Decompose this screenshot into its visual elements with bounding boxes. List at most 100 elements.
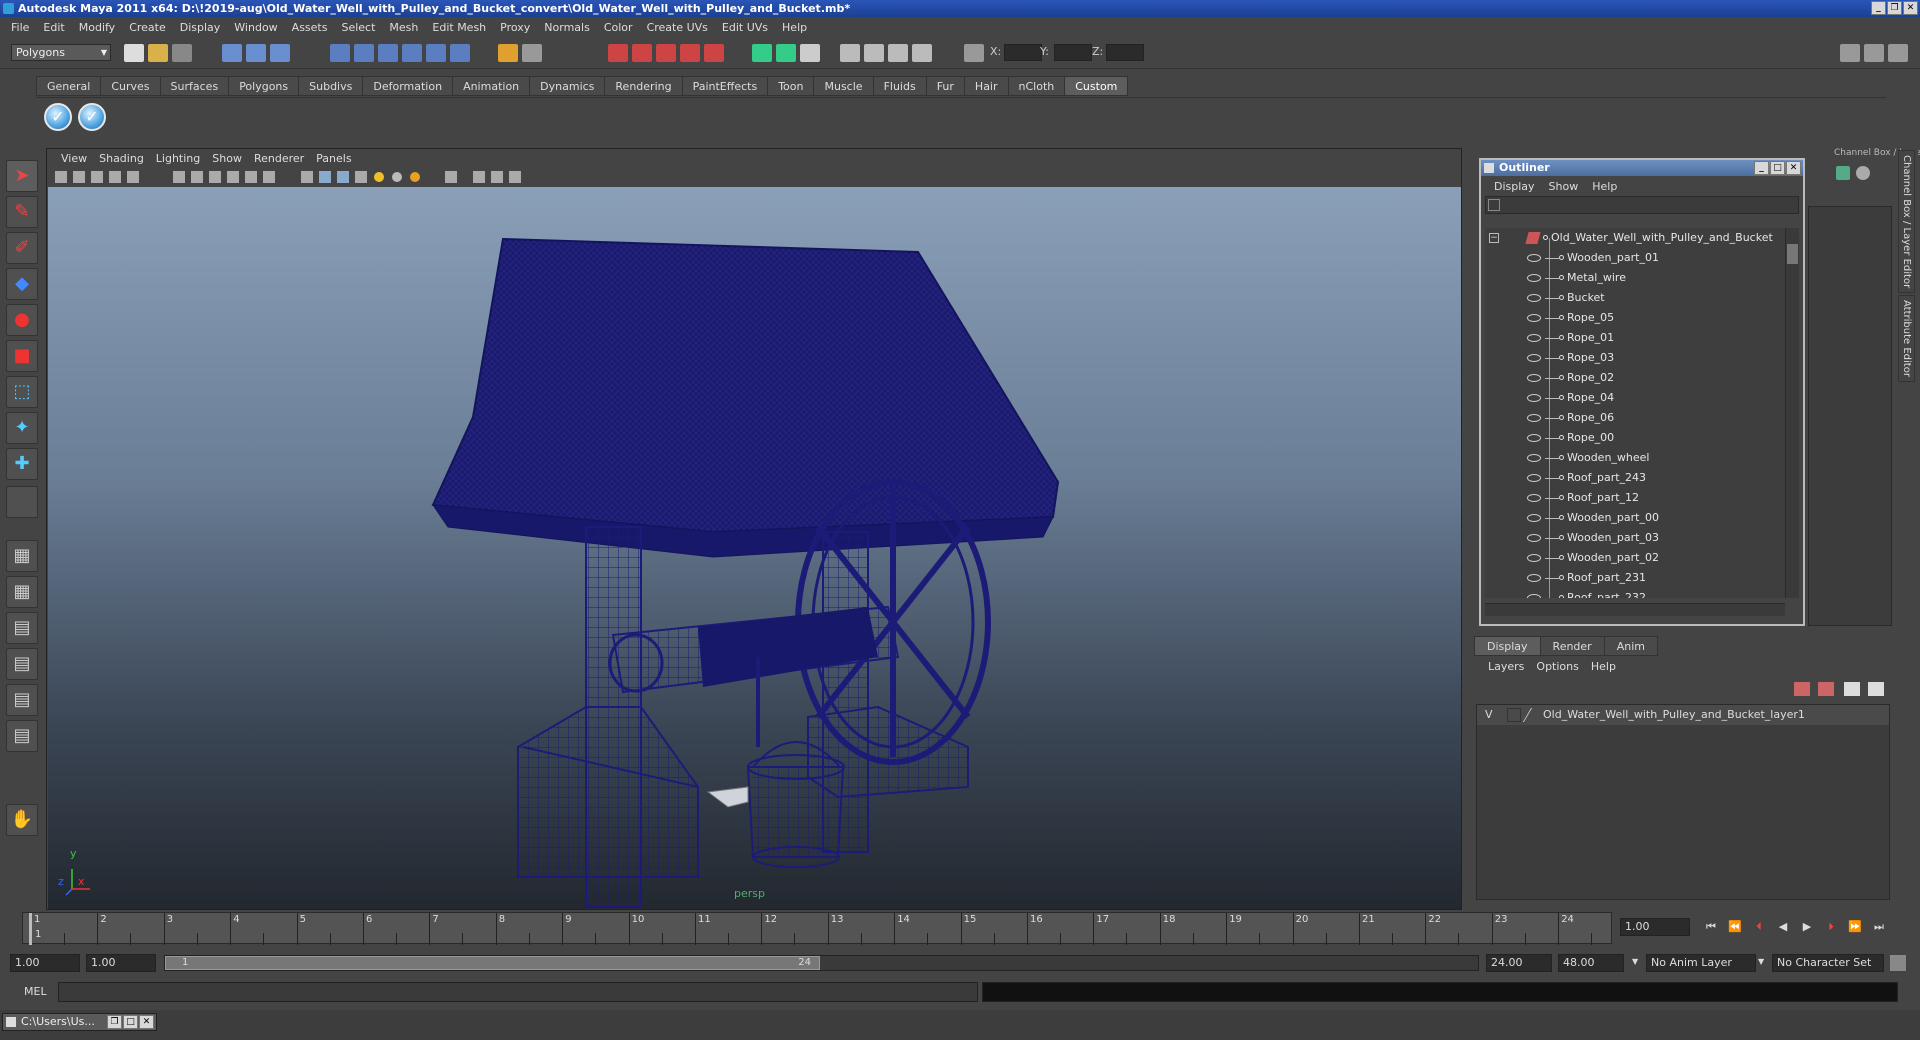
close-button[interactable]: ✕ [1903, 1, 1918, 15]
input-ops-icon[interactable] [522, 44, 542, 62]
last-tool-icon[interactable] [6, 486, 38, 518]
render-view-icon[interactable] [704, 44, 724, 62]
outliner-item[interactable]: Wooden_part_01 [1485, 248, 1785, 268]
new-layer-icon[interactable] [1794, 682, 1810, 696]
viewport-menu-shading[interactable]: Shading [93, 152, 150, 165]
layer-color-icon[interactable] [1522, 708, 1544, 722]
outliner-filter-field[interactable] [1485, 196, 1799, 214]
outliner-item[interactable]: Bucket [1485, 288, 1785, 308]
four-pane-layout-icon[interactable]: ▦ [6, 576, 38, 608]
save-scene-icon[interactable] [172, 44, 192, 62]
outliner-item[interactable]: Rope_01 [1485, 328, 1785, 348]
shelf-tab-subdivs[interactable]: Subdivs [298, 76, 364, 96]
shelf-tab-ncloth[interactable]: nCloth [1007, 76, 1066, 96]
outliner-titlebar[interactable]: Outliner _ □ ✕ [1481, 160, 1803, 176]
checkmark-icon[interactable]: ✓ [78, 103, 106, 131]
render-settings-icon[interactable] [656, 44, 676, 62]
layer-move-down-icon[interactable] [1868, 682, 1884, 696]
checkmark-icon[interactable]: ✓ [44, 103, 72, 131]
menu-help[interactable]: Help [775, 21, 814, 34]
step-forward-icon[interactable]: ⏩ [1848, 920, 1862, 934]
rotate-tool-icon[interactable]: ● [6, 304, 38, 336]
mel-label[interactable]: MEL [24, 985, 47, 998]
step-forward-key-icon[interactable]: ⏵ [1824, 920, 1838, 934]
snap-to-plane-icon[interactable] [402, 44, 422, 62]
menu-edit-mesh[interactable]: Edit Mesh [425, 21, 493, 34]
shelf-tab-hair[interactable]: Hair [963, 76, 1009, 96]
outliner-vertical-scrollbar[interactable] [1785, 228, 1799, 598]
well-wireframe-model[interactable] [48, 187, 1461, 909]
minimize-button[interactable]: _ [1871, 1, 1886, 15]
restore-button[interactable]: ❐ [1887, 1, 1902, 15]
outliner-item[interactable]: Roof_part_12 [1485, 488, 1785, 508]
open-scene-icon[interactable] [148, 44, 168, 62]
collapse-icon[interactable]: − [1489, 233, 1499, 243]
play-forwards-icon[interactable]: ▶ [1800, 920, 1814, 934]
clipboard-icon[interactable] [800, 44, 820, 62]
manipulator-tool-icon[interactable]: ⬚ [6, 376, 38, 408]
minimized-window-item[interactable]: C:\Users\Us... ❐ □ ✕ [2, 1013, 157, 1031]
hypershade-layout-icon[interactable]: ▤ [6, 684, 38, 716]
shelf-tab-painteffects[interactable]: PaintEffects [681, 76, 769, 96]
layer-menu-options[interactable]: Options [1530, 660, 1584, 673]
outliner-horizontal-scrollbar[interactable] [1485, 603, 1785, 616]
z-field[interactable] [1106, 44, 1144, 61]
move-tool-icon[interactable]: ◆ [6, 268, 38, 300]
outliner-item[interactable]: Rope_06 [1485, 408, 1785, 428]
character-set-select[interactable]: No Character Set [1772, 954, 1884, 972]
mel-input[interactable] [58, 982, 978, 1002]
menu-color[interactable]: Color [597, 21, 640, 34]
outliner-layout-icon[interactable]: ▤ [6, 612, 38, 644]
viewport-toolbar-icons[interactable] [53, 168, 613, 186]
playback-end-field[interactable]: 24.00 [1486, 954, 1552, 972]
menu-window[interactable]: Window [227, 21, 284, 34]
channel-tool-icon[interactable] [1836, 166, 1850, 180]
layer-menu-layers[interactable]: Layers [1482, 660, 1530, 673]
show-manipulator-tool-icon[interactable]: ✚ [6, 448, 38, 480]
toggle-channel-box-icon[interactable] [1840, 44, 1860, 62]
outliner-item[interactable]: Wooden_part_00 [1485, 508, 1785, 528]
range-slider[interactable]: 1 24 [164, 955, 1479, 971]
layer-move-up-icon[interactable] [1844, 682, 1860, 696]
layer-tab-display[interactable]: Display [1474, 636, 1541, 656]
scroll-thumb[interactable] [1787, 244, 1798, 264]
outliner-item[interactable]: Metal_wire [1485, 268, 1785, 288]
dope-sheet-layout-icon[interactable]: ▤ [6, 720, 38, 752]
shelf-tab-general[interactable]: General [36, 76, 102, 96]
range-handle[interactable]: 1 24 [165, 956, 820, 970]
viewport-menu-show[interactable]: Show [206, 152, 248, 165]
shelf-tab-dynamics[interactable]: Dynamics [529, 76, 606, 96]
time-slider[interactable]: 1 2 3 4 5 6 7 8 9 10 11 12 13 14 15 16 17 18 19 20 21 22 23 24 1 [10, 912, 1615, 948]
viewport-menu-panels[interactable]: Panels [310, 152, 357, 165]
layer-type-toggle[interactable] [1507, 708, 1521, 722]
graph-layout-icon[interactable]: ▤ [6, 648, 38, 680]
make-live-icon[interactable] [426, 44, 446, 62]
menu-normals[interactable]: Normals [537, 21, 597, 34]
film-icon[interactable] [864, 44, 884, 62]
viewport-menu-renderer[interactable]: Renderer [248, 152, 310, 165]
snap-to-curve-icon[interactable] [354, 44, 374, 62]
outliner-close-button[interactable]: ✕ [1786, 161, 1801, 175]
shelf-tab-fluids[interactable]: Fluids [872, 76, 927, 96]
outliner-item[interactable]: Roof_part_232 [1485, 588, 1785, 598]
shelf-tab-curves[interactable]: Curves [100, 76, 161, 96]
outliner-item[interactable]: Rope_02 [1485, 368, 1785, 388]
menu-proxy[interactable]: Proxy [493, 21, 537, 34]
toggle-attribute-editor-icon[interactable] [1888, 44, 1908, 62]
graph-icon[interactable] [912, 44, 932, 62]
outliner-menu-show[interactable]: Show [1542, 180, 1586, 193]
menu-assets[interactable]: Assets [285, 21, 335, 34]
go-to-start-icon[interactable]: ⏮ [1704, 920, 1718, 934]
menu-display[interactable]: Display [173, 21, 228, 34]
play-backwards-icon[interactable]: ◀ [1776, 920, 1790, 934]
go-to-end-icon[interactable]: ⏭ [1872, 920, 1886, 934]
shelf-tab-surfaces[interactable]: Surfaces [159, 76, 230, 96]
menu-edit-uvs[interactable]: Edit UVs [715, 21, 775, 34]
shelf-tab-custom[interactable]: Custom [1064, 76, 1129, 96]
snap-to-grid-icon[interactable] [330, 44, 350, 62]
viewport-menu-view[interactable]: View [55, 152, 93, 165]
menu-create[interactable]: Create [122, 21, 173, 34]
soft-mod-tool-icon[interactable]: ✦ [6, 412, 38, 444]
shelf-tab-animation[interactable]: Animation [452, 76, 531, 96]
viewport-scene[interactable]: y x z persp [48, 187, 1461, 909]
